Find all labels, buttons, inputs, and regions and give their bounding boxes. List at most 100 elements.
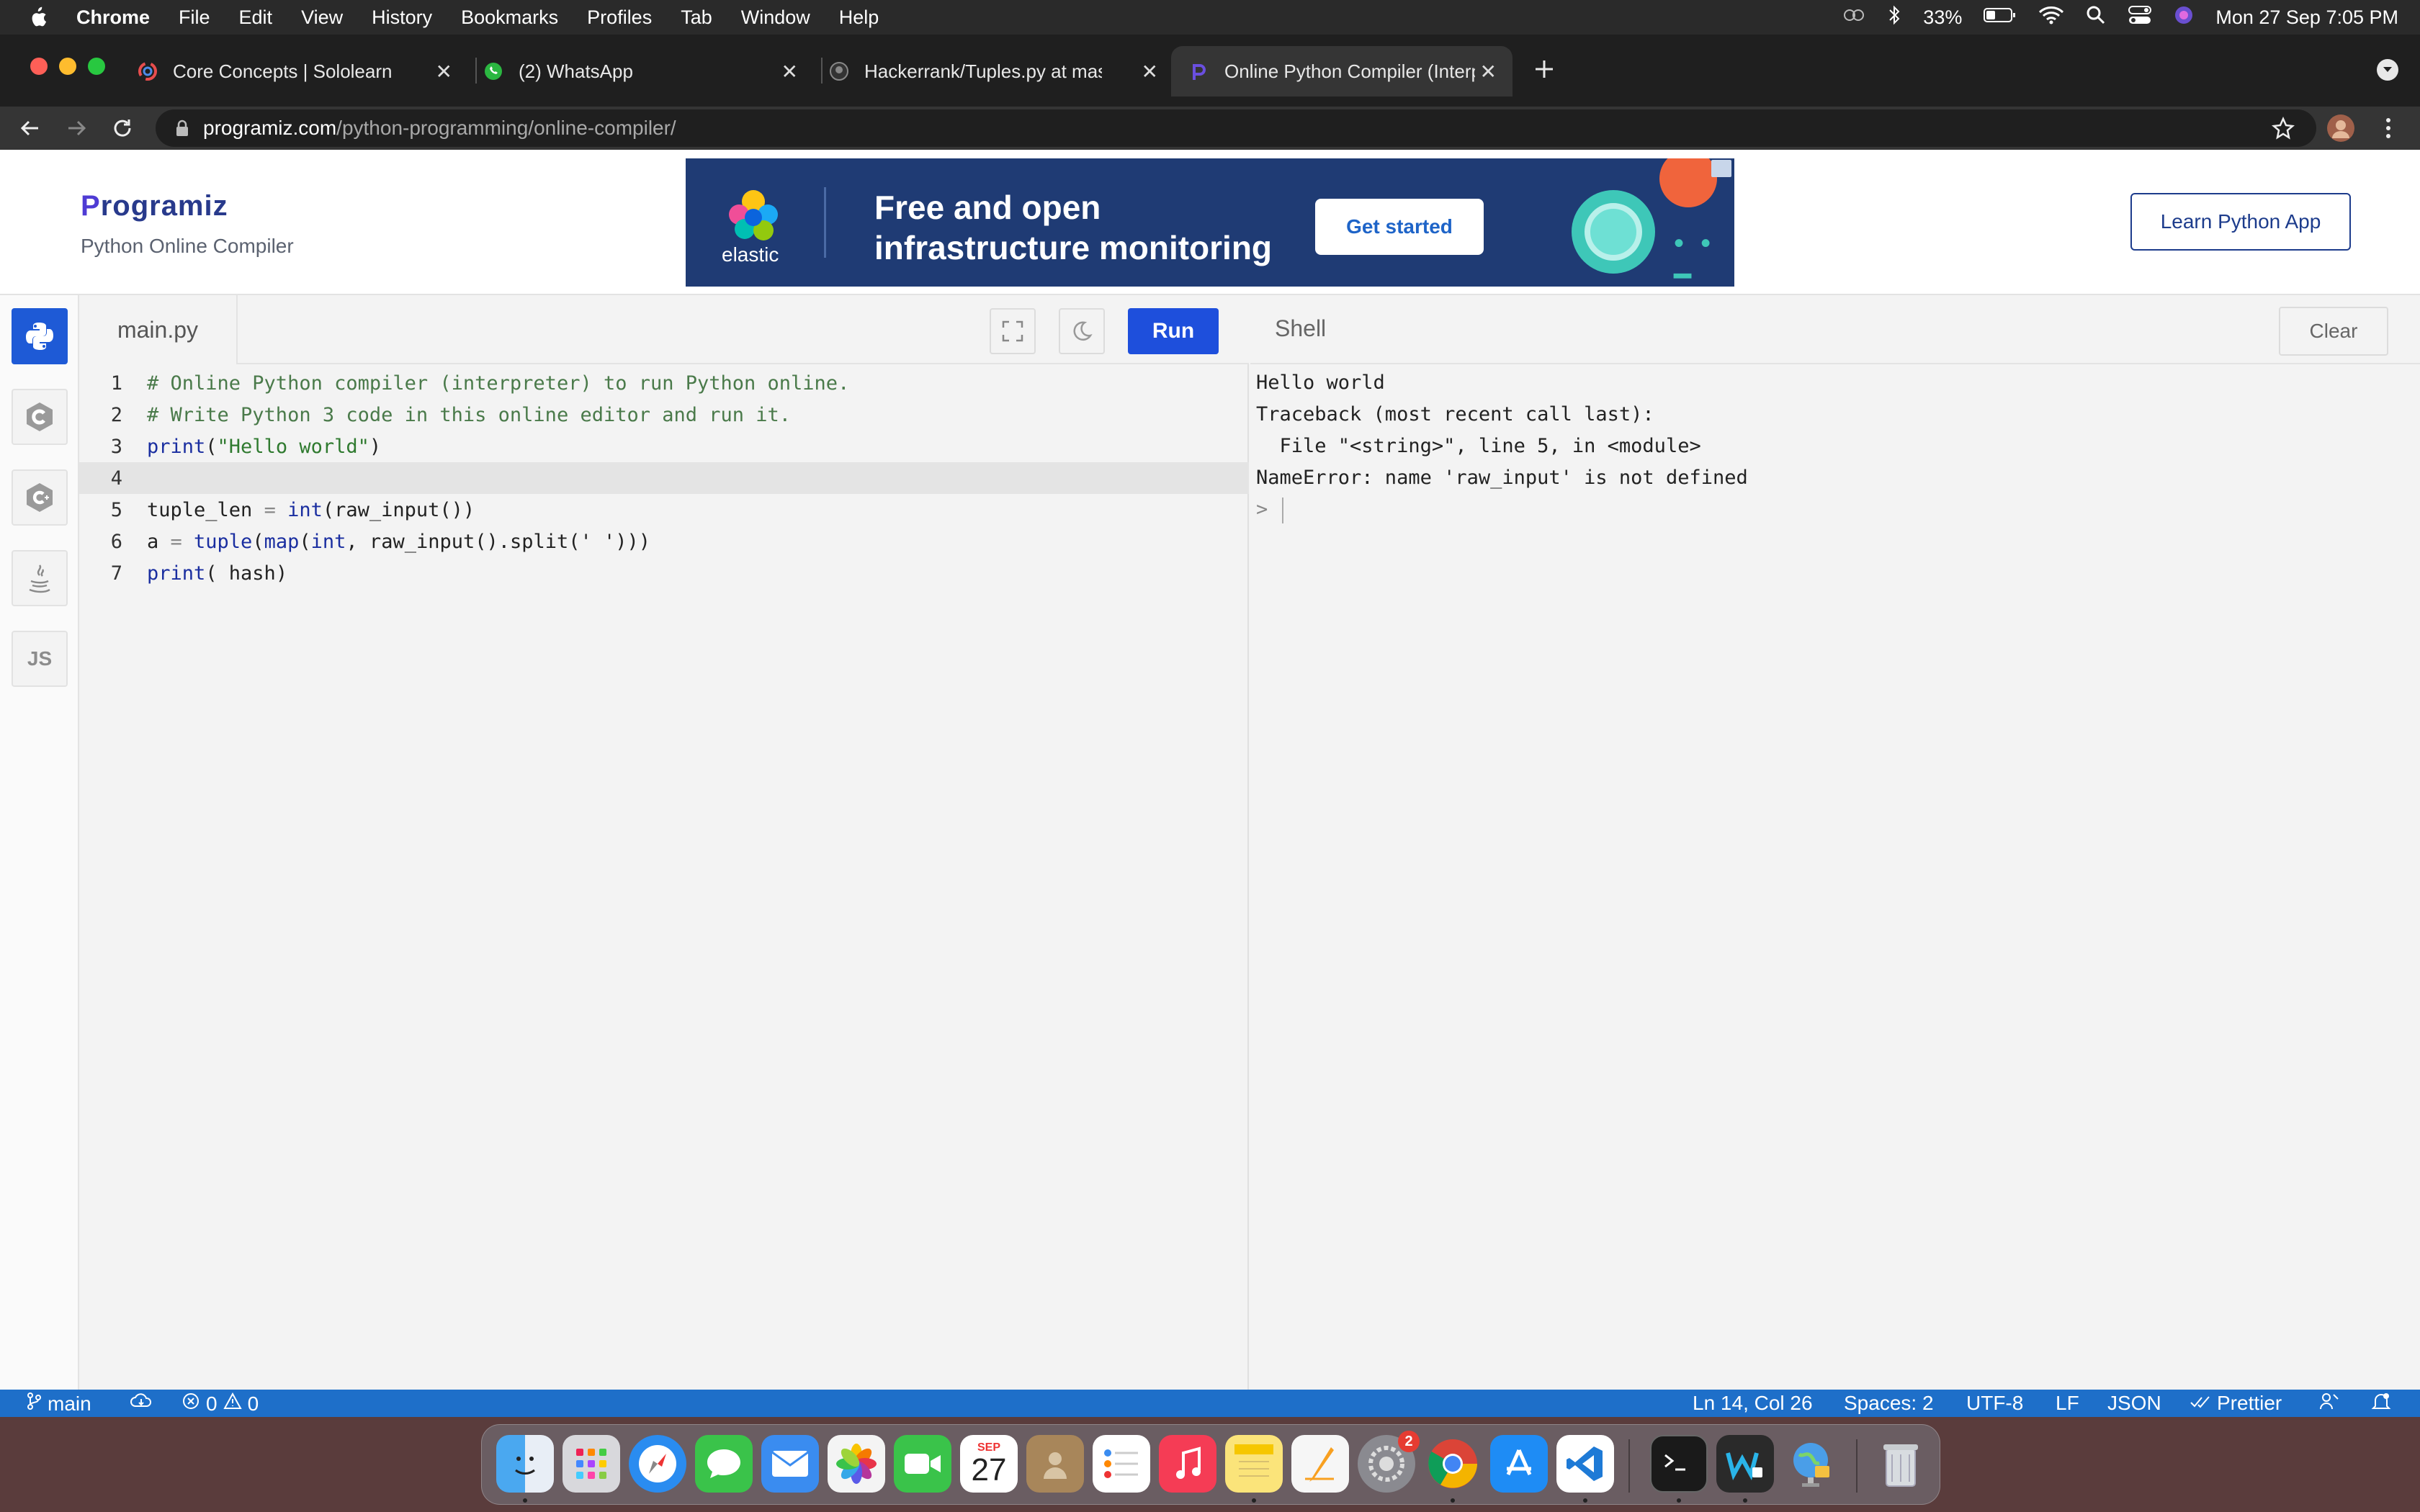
profile-avatar[interactable]	[2326, 114, 2355, 143]
menu-edit[interactable]: Edit	[239, 6, 273, 29]
advertisement-banner[interactable]: elastic Free and open infrastructure mon…	[686, 158, 1734, 287]
app-store-icon[interactable]	[1490, 1435, 1548, 1493]
fullscreen-icon[interactable]	[990, 308, 1036, 354]
network-globe-icon[interactable]	[1783, 1435, 1840, 1493]
window-minimize-button[interactable]	[59, 58, 76, 75]
tab-close-icon[interactable]: ✕	[781, 60, 798, 84]
run-button[interactable]: Run	[1128, 308, 1219, 354]
tab-close-icon[interactable]: ✕	[436, 60, 452, 84]
wifi-icon[interactable]	[2038, 5, 2064, 30]
language-mode-status[interactable]: JSON	[2107, 1392, 2161, 1415]
programiz-logo[interactable]: Programiz	[81, 190, 228, 222]
eol-status[interactable]: LF	[2056, 1392, 2079, 1415]
learn-python-app-button[interactable]: Learn Python App	[2130, 193, 2351, 251]
menubar-clock[interactable]: Mon 27 Sep 7:05 PM	[2215, 6, 2398, 29]
safari-icon[interactable]	[629, 1435, 686, 1493]
menu-app-name[interactable]: Chrome	[76, 6, 150, 29]
notes-icon[interactable]	[1225, 1435, 1283, 1493]
code-line[interactable]: 5 tuple_len = int(raw_input())	[79, 494, 1249, 526]
lock-icon[interactable]	[176, 120, 189, 137]
calendar-icon[interactable]: SEP 27	[960, 1435, 1018, 1493]
mail-icon[interactable]	[761, 1435, 819, 1493]
vscode-icon[interactable]	[1556, 1435, 1614, 1493]
problems-status[interactable]: 0 0	[182, 1392, 259, 1416]
contacts-icon[interactable]	[1026, 1435, 1084, 1493]
cpp-lang-icon[interactable]	[12, 469, 68, 526]
terminal-icon[interactable]	[1650, 1435, 1708, 1493]
facetime-icon[interactable]	[894, 1435, 951, 1493]
forward-arrow-icon[interactable]	[62, 114, 91, 143]
menu-file[interactable]: File	[179, 6, 210, 29]
site-header: Programiz Python Online Compiler elastic…	[0, 150, 2420, 295]
menu-bookmarks[interactable]: Bookmarks	[461, 6, 558, 29]
shell-output[interactable]: Hello world Traceback (most recent call …	[1256, 367, 1748, 526]
cursor-position[interactable]: Ln 14, Col 26	[1693, 1392, 1813, 1415]
python-lang-icon[interactable]	[12, 308, 68, 364]
indentation-status[interactable]: Spaces: 2	[1844, 1392, 1934, 1415]
url-field[interactable]: programiz.com /python-programming/online…	[156, 109, 2316, 147]
file-tab-main-py[interactable]: main.py	[79, 295, 238, 364]
siri-icon[interactable]	[2174, 5, 2194, 30]
launchpad-icon[interactable]	[563, 1435, 620, 1493]
tab-close-icon[interactable]: ✕	[1142, 60, 1158, 84]
clear-button[interactable]: Clear	[2279, 307, 2388, 356]
prettier-status[interactable]: Prettier	[2190, 1392, 2282, 1415]
browser-tab-github[interactable]: Hackerrank/Tuples.py at maste ✕	[828, 46, 1174, 96]
menu-help[interactable]: Help	[839, 6, 879, 29]
code-area[interactable]: 1 # Online Python compiler (interpreter) …	[79, 367, 1249, 589]
finder-icon[interactable]	[496, 1435, 554, 1493]
code-line[interactable]: 3 print("Hello world")	[79, 431, 1249, 462]
apple-menu-icon[interactable]	[27, 6, 55, 29]
browser-tab-sololearn[interactable]: Core Concepts | Sololearn ✕	[137, 46, 468, 96]
chrome-menu-icon[interactable]	[2374, 114, 2403, 143]
music-icon[interactable]	[1159, 1435, 1216, 1493]
bookmark-star-icon[interactable]	[2269, 114, 2298, 143]
system-preferences-icon[interactable]: 2	[1358, 1431, 1420, 1493]
code-line-current[interactable]: 4	[79, 462, 1249, 494]
webex-icon[interactable]	[1716, 1435, 1774, 1493]
photos-icon[interactable]	[828, 1435, 885, 1493]
menu-profiles[interactable]: Profiles	[587, 6, 652, 29]
reminders-icon[interactable]	[1093, 1435, 1150, 1493]
code-line[interactable]: 2 # Write Python 3 code in this online ed…	[79, 399, 1249, 431]
new-tab-button[interactable]	[1530, 55, 1559, 84]
window-close-button[interactable]	[30, 58, 48, 75]
window-zoom-button[interactable]	[88, 58, 105, 75]
chrome-icon[interactable]	[1424, 1435, 1482, 1493]
git-branch-status[interactable]: main	[26, 1392, 91, 1416]
bluetooth-icon[interactable]	[1887, 4, 1901, 31]
c-lang-icon[interactable]	[12, 389, 68, 445]
messages-icon[interactable]	[695, 1435, 753, 1493]
creative-cloud-icon[interactable]	[1842, 6, 1865, 29]
github-icon	[828, 60, 850, 82]
ad-get-started-button[interactable]: Get started	[1315, 199, 1484, 255]
shell-input-line[interactable]: >	[1256, 494, 1748, 526]
adchoices-icon[interactable]	[1711, 160, 1731, 177]
encoding-status[interactable]: UTF-8	[1966, 1392, 2023, 1415]
menu-tab[interactable]: Tab	[681, 6, 712, 29]
sync-cloud-icon[interactable]	[130, 1392, 153, 1409]
trash-icon[interactable]	[1872, 1435, 1930, 1493]
battery-icon[interactable]	[1984, 6, 2017, 29]
control-center-icon[interactable]	[2128, 5, 2152, 30]
code-line[interactable]: 7 print( hash)	[79, 557, 1249, 589]
reload-icon[interactable]	[108, 114, 137, 143]
spotlight-search-icon[interactable]	[2086, 5, 2106, 30]
menu-view[interactable]: View	[301, 6, 343, 29]
tab-close-icon[interactable]: ✕	[1480, 60, 1497, 84]
tab-search-icon[interactable]	[2377, 59, 2398, 81]
code-line[interactable]: 6a = tuple(map(int, raw_input().split(' …	[79, 526, 1249, 557]
code-line[interactable]: 1 # Online Python compiler (interpreter) …	[79, 367, 1249, 399]
menu-window[interactable]: Window	[741, 6, 810, 29]
browser-tab-whatsapp[interactable]: (2) WhatsApp ✕	[483, 46, 814, 96]
java-lang-icon[interactable]	[12, 550, 68, 606]
dock-separator	[1856, 1439, 1857, 1493]
browser-tab-programiz[interactable]: Online Python Compiler (Interp ✕	[1171, 46, 1512, 96]
back-arrow-icon[interactable]	[16, 114, 45, 143]
feedback-icon[interactable]	[2319, 1392, 2339, 1410]
pages-icon[interactable]	[1291, 1435, 1349, 1493]
js-lang-icon[interactable]: JS	[12, 631, 68, 687]
menu-history[interactable]: History	[372, 6, 432, 29]
notifications-bell-icon[interactable]	[2371, 1392, 2391, 1412]
dark-mode-moon-icon[interactable]	[1059, 308, 1105, 354]
